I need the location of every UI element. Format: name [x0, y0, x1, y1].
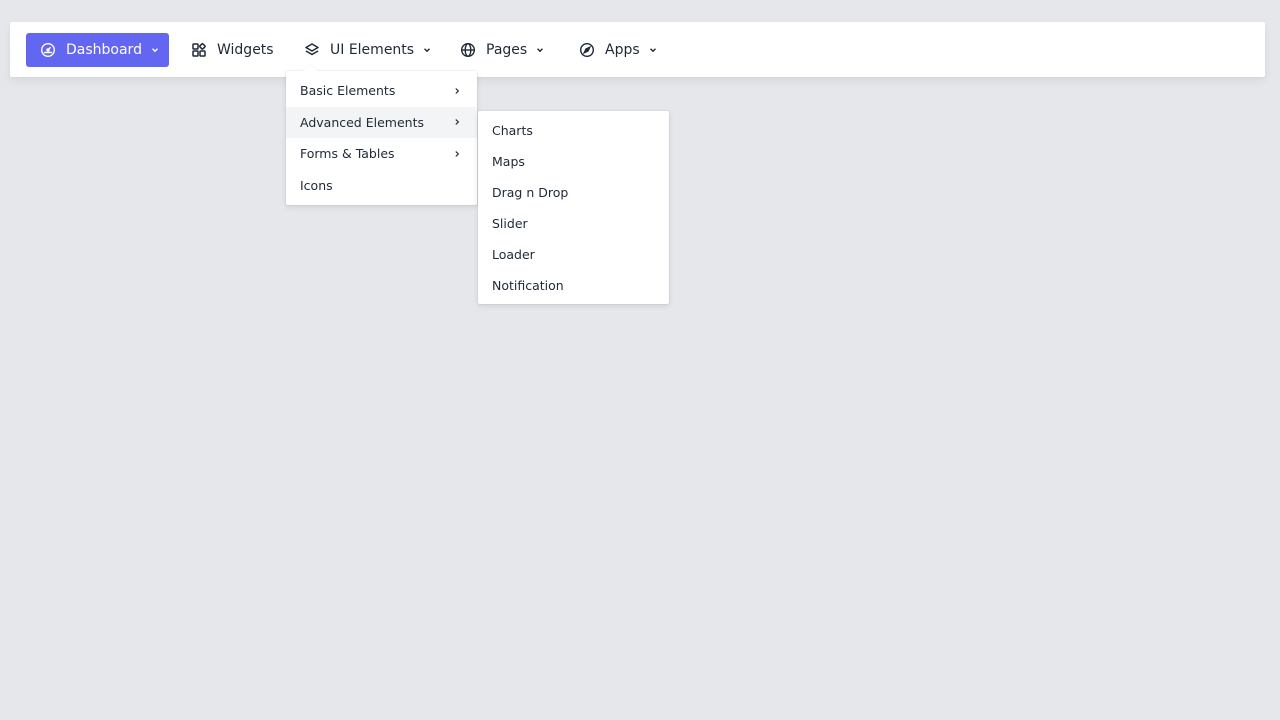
submenu-item-notification[interactable]: Notification: [478, 270, 669, 301]
globe-icon: [460, 42, 476, 58]
advanced-elements-submenu: Charts Maps Drag n Drop Slider Loader No…: [478, 111, 669, 304]
submenu-item-slider[interactable]: Slider: [478, 208, 669, 239]
menu-item-forms-tables[interactable]: Forms & Tables: [286, 138, 477, 170]
nav-item-ui-elements[interactable]: UI Elements: [304, 33, 432, 67]
chevron-down-icon: [150, 45, 160, 55]
menu-item-label: Icons: [300, 177, 333, 193]
chevron-right-icon: [453, 118, 461, 126]
submenu-item-charts[interactable]: Charts: [478, 115, 669, 146]
menu-item-label: Advanced Elements: [300, 114, 424, 130]
nav-item-widgets[interactable]: Widgets: [191, 33, 274, 67]
chevron-down-icon: [648, 45, 658, 55]
submenu-item-loader[interactable]: Loader: [478, 239, 669, 270]
nav-item-label: Dashboard: [66, 42, 142, 58]
menu-item-label: Forms & Tables: [300, 146, 395, 162]
submenu-item-label: Notification: [492, 278, 564, 293]
submenu-item-label: Charts: [492, 123, 533, 138]
submenu-item-label: Drag n Drop: [492, 185, 569, 200]
menu-item-advanced-elements[interactable]: Advanced Elements: [286, 106, 477, 138]
nav-item-label: UI Elements: [330, 42, 415, 58]
compass-icon: [579, 42, 595, 58]
top-navbar: Dashboard Widgets UI Elements Pages Apps: [10, 22, 1265, 77]
speedometer-icon: [40, 42, 56, 58]
ui-elements-dropdown-menu: Basic Elements Advanced Elements Forms &…: [286, 71, 477, 205]
nav-item-label: Widgets: [217, 42, 274, 58]
nav-item-label: Apps: [605, 42, 640, 58]
nav-item-label: Pages: [486, 42, 528, 58]
nav-item-dashboard[interactable]: Dashboard: [26, 33, 169, 67]
menu-item-label: Basic Elements: [300, 83, 396, 99]
nav-item-pages[interactable]: Pages: [460, 33, 545, 67]
nav-item-apps[interactable]: Apps: [579, 33, 658, 67]
menu-item-basic-elements[interactable]: Basic Elements: [286, 75, 477, 107]
layers-icon: [304, 42, 320, 58]
chevron-down-icon: [422, 45, 432, 55]
submenu-item-label: Slider: [492, 216, 528, 231]
submenu-item-label: Loader: [492, 247, 535, 262]
submenu-item-label: Maps: [492, 154, 525, 169]
widgets-grid-icon: [191, 42, 207, 58]
chevron-right-icon: [453, 150, 461, 158]
menu-item-icons[interactable]: Icons: [286, 170, 477, 202]
submenu-item-maps[interactable]: Maps: [478, 146, 669, 177]
chevron-right-icon: [453, 87, 461, 95]
chevron-down-icon: [535, 45, 545, 55]
submenu-item-drag-n-drop[interactable]: Drag n Drop: [478, 177, 669, 208]
